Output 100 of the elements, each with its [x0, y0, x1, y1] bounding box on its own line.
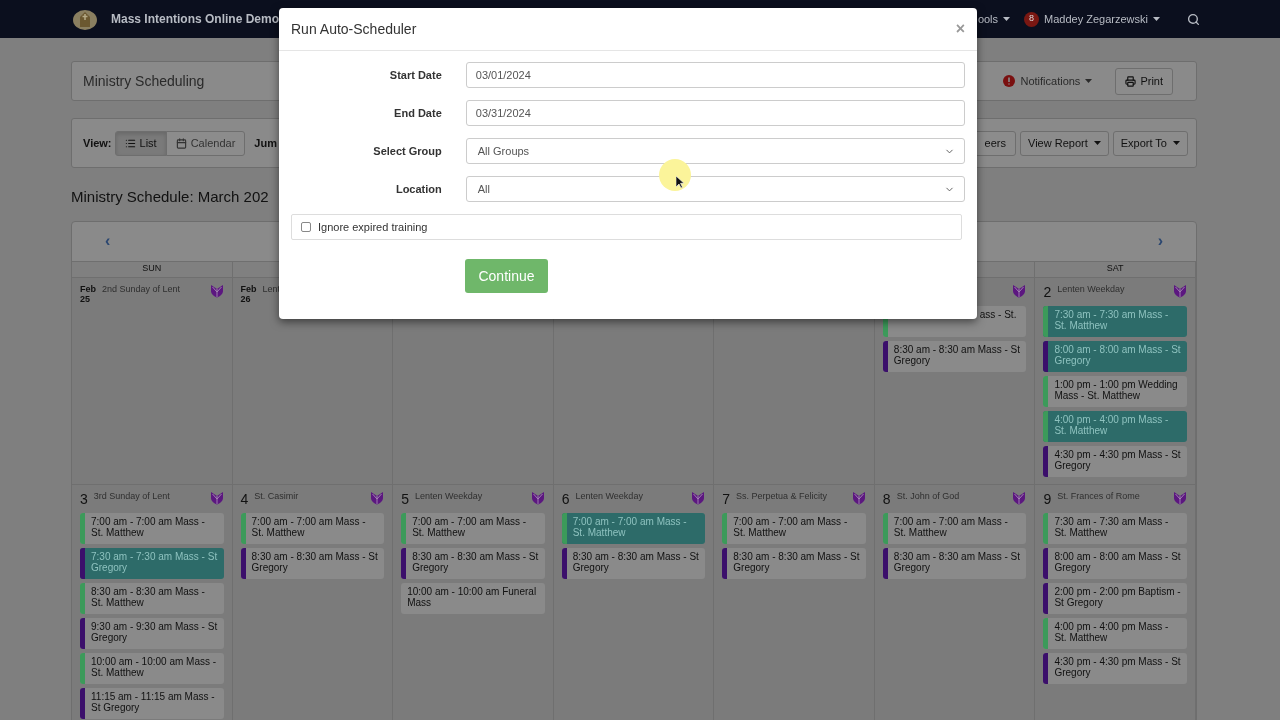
previous-month-button[interactable]: ‹ [105, 229, 111, 253]
pointer-icon [676, 176, 684, 188]
event-item[interactable]: 8:30 am - 8:30 am Mass - St Gregory [561, 547, 706, 579]
event-item[interactable]: 1:00 pm - 1:00 pm Wedding Mass - St. Matthew [1043, 375, 1187, 407]
event-text: 9:30 am - 9:30 am Mass - St Gregory [90, 619, 219, 645]
schedule-title: Ministry Schedule: March 202 [71, 187, 269, 207]
event-item[interactable]: 8:30 am - 8:30 am Mass - St Gregory [882, 547, 1027, 579]
event-item[interactable]: 4:30 pm - 4:30 pm Mass - St Gregory [1043, 445, 1187, 477]
event-item[interactable]: 4:30 pm - 4:30 pm Mass - St Gregory [1043, 652, 1187, 684]
select-field[interactable]: All Groups [465, 138, 965, 164]
event-text: ass - St. [978, 307, 1018, 322]
event-text: 8:30 am - 8:30 am Mass - St Gregory [892, 549, 1021, 575]
close-button[interactable]: × [955, 21, 965, 37]
event-item[interactable]: 8:30 am - 8:30 am Mass - St Gregory [722, 547, 866, 579]
user-menu[interactable]: Maddey Zegarzewski [1044, 10, 1160, 28]
event-text: 8:30 am - 8:30 am Mass - St Gregory [250, 549, 379, 575]
event-text: 7:30 am - 7:30 am Mass - St. Matthew [1053, 307, 1170, 333]
event-item[interactable]: 4:00 pm - 4:00 pm Mass - St. Matthew [1043, 410, 1187, 442]
app-title[interactable]: Mass Intentions Online Demo [111, 10, 280, 28]
event-text: 7:30 am - 7:30 am Mass - St Gregory [90, 549, 219, 575]
field-label: Location [394, 181, 442, 197]
event-item[interactable]: 8:30 am - 8:30 am Mass - St Gregory [240, 547, 385, 579]
notification-badge: 8 [1024, 11, 1040, 27]
event-text: 7:00 am - 7:00 am Mass - St. Matthew [411, 514, 528, 540]
input-field[interactable]: 03/01/2024 [465, 62, 965, 88]
event-text: 8:30 am - 8:30 am Mass - St Gregory [892, 342, 1021, 368]
event-item[interactable]: 11:15 am - 11:15 am Mass - St Gregory [80, 687, 224, 719]
next-month-button[interactable]: › [1157, 229, 1163, 253]
event-item[interactable]: 8:30 am - 8:30 am Mass - St Gregory [882, 340, 1027, 372]
event-item[interactable]: 7:00 am - 7:00 am Mass - St. Matthew [561, 512, 706, 544]
event-text: 7:00 am - 7:00 am Mass - St. Matthew [732, 514, 849, 540]
event-item[interactable]: 7:00 am - 7:00 am Mass - St. Matthew [240, 512, 385, 544]
day-number: 7 [722, 490, 731, 507]
day-number: 5 [401, 490, 409, 507]
day-number: 6 [561, 490, 570, 507]
feast-name: 2nd Sunday of Lent [102, 283, 182, 295]
feast-name: Lent [262, 283, 282, 295]
event-item[interactable]: 7:00 am - 7:00 am Mass - St. Matthew [401, 512, 545, 544]
jump-label: Jum [254, 135, 277, 151]
field-label: Start Date [388, 67, 442, 83]
day-number: 3 [80, 490, 88, 507]
event-text: 4:30 pm - 4:30 pm Mass - St Gregory [1053, 447, 1182, 473]
event-text: 7:00 am - 7:00 am Mass - St. Matthew [90, 514, 206, 540]
feast-name: St. John of God [896, 490, 961, 502]
day-number: 4 [240, 490, 249, 507]
feast-name: Lenten Weekday [1057, 283, 1126, 295]
day-number: 9 [1043, 490, 1052, 507]
tools-menu[interactable]: ools [977, 10, 1011, 28]
feast-name: St. Frances of Rome [1057, 490, 1141, 502]
notifications-menu[interactable]: Notifications [1003, 72, 1093, 90]
logo-icon [72, 7, 98, 31]
checkbox-label: Ignore expired training [318, 219, 428, 235]
caret-icon [1085, 79, 1093, 83]
event-text: 10:00 am - 10:00 am Mass - St. Matthew [90, 654, 218, 680]
view-tab[interactable]: List [114, 130, 167, 156]
event-text: 4:00 pm - 4:00 pm Mass - St. Matthew [1053, 619, 1170, 645]
event-item[interactable]: 2:00 pm - 2:00 pm Baptism - St Gregory [1043, 582, 1187, 614]
event-text: 8:30 am - 8:30 am Mass - St Gregory [571, 549, 700, 575]
event-item[interactable]: 8:30 am - 8:30 am Mass - St. Matthew [80, 582, 224, 614]
event-item[interactable]: 7:00 am - 7:00 am Mass - St. Matthew [80, 512, 224, 544]
event-text: 7:00 am - 7:00 am Mass - St. Matthew [571, 514, 688, 540]
caret-icon [1003, 17, 1011, 21]
event-item[interactable]: 7:30 am - 7:30 am Mass - St. Matthew [1043, 512, 1187, 544]
field-label: Select Group [372, 143, 442, 159]
event-item[interactable]: 4:00 pm - 4:00 pm Mass - St. Matthew [1043, 617, 1187, 649]
caret-icon [1153, 17, 1160, 21]
event-item[interactable]: 8:30 am - 8:30 am Mass - St Gregory [401, 547, 545, 579]
alert-icon [1003, 75, 1016, 87]
weekday-header: SUN [142, 262, 162, 276]
event-item[interactable]: 7:30 am - 7:30 am Mass - St. Matthew [1043, 305, 1187, 337]
print-button[interactable]: Print [1115, 67, 1173, 95]
caret-icon [1173, 141, 1180, 145]
view-tab[interactable]: Calendar [165, 130, 246, 156]
event-text: 2:00 pm - 2:00 pm Baptism - St Gregory [1053, 584, 1182, 610]
checkbox[interactable] [301, 222, 311, 232]
select-field[interactable]: All [465, 176, 965, 202]
event-text: 1:00 pm - 1:00 pm Wedding Mass - St. Matthew [1053, 377, 1179, 403]
event-text: 11:15 am - 11:15 am Mass - St Gregory [90, 689, 216, 715]
event-item[interactable]: 8:00 am - 8:00 am Mass - St Gregory [1043, 340, 1187, 372]
weekday-header: SAT [1106, 262, 1124, 276]
event-text: 4:30 pm - 4:30 pm Mass - St Gregory [1053, 654, 1182, 680]
event-item[interactable]: 8:00 am - 8:00 am Mass - St Gregory [1043, 547, 1187, 579]
input-field[interactable]: 03/31/2024 [465, 100, 965, 126]
event-text: 7:00 am - 7:00 am Mass - St. Matthew [892, 514, 1009, 540]
list-icon [124, 137, 136, 149]
toolbar-button[interactable]: Export To [1112, 130, 1188, 156]
event-text: 8:30 am - 8:30 am Mass - St Gregory [411, 549, 540, 575]
calendar-icon [175, 137, 187, 149]
event-text: 7:00 am - 7:00 am Mass - St. Matthew [250, 514, 367, 540]
event-item[interactable]: 7:30 am - 7:30 am Mass - St Gregory [80, 547, 224, 579]
toolbar-button[interactable]: View Report [1020, 130, 1109, 156]
event-text: 8:30 am - 8:30 am Mass - St Gregory [732, 549, 861, 575]
event-item[interactable]: 7:00 am - 7:00 am Mass - St. Matthew [722, 512, 866, 544]
event-item[interactable]: 10:00 am - 10:00 am Mass - St. Matthew [80, 652, 224, 684]
event-item[interactable]: 7:00 am - 7:00 am Mass - St. Matthew [882, 512, 1027, 544]
feast-name: 3rd Sunday of Lent [93, 490, 171, 502]
day-date: Feb 25 [80, 283, 96, 304]
event-item[interactable]: 10:00 am - 10:00 am Funeral Mass [401, 582, 545, 614]
event-item[interactable]: 9:30 am - 9:30 am Mass - St Gregory [80, 617, 224, 649]
search-icon[interactable] [1187, 12, 1200, 26]
